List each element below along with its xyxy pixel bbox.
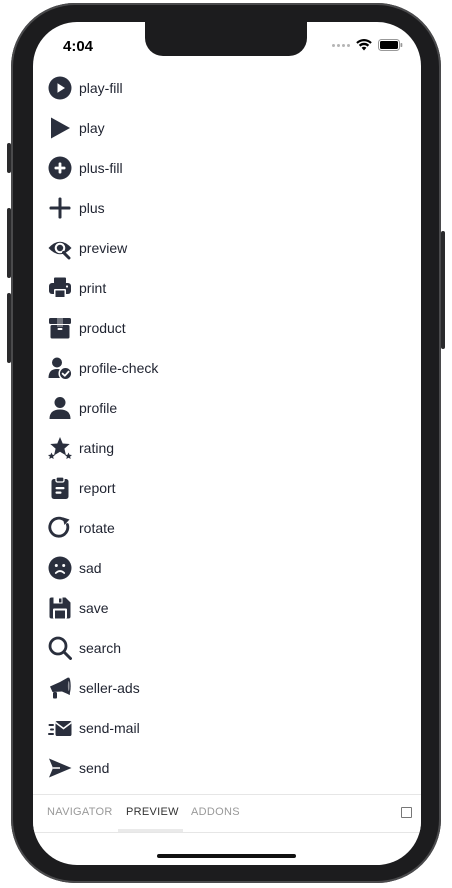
search-icon [47, 636, 72, 661]
icon-label: search [79, 640, 122, 656]
rotate-icon [47, 516, 72, 541]
icon-row-seller-ads[interactable]: seller-ads [47, 668, 158, 708]
icon-label: product [79, 320, 126, 336]
profile-icon [47, 396, 72, 421]
notch [145, 22, 307, 56]
tab-bar: NAVIGATOR PREVIEW ADDONS [33, 794, 421, 833]
icon-label: rotate [79, 520, 115, 536]
wifi-icon [356, 39, 372, 51]
icon-label: plus-fill [79, 160, 123, 176]
icon-row-play-fill[interactable]: play-fill [47, 68, 158, 108]
send-icon [47, 756, 72, 781]
icon-label: send-mail [79, 720, 140, 736]
print-icon [47, 276, 72, 301]
power-button [441, 231, 445, 349]
product-icon [47, 316, 72, 341]
icon-label: profile-check [79, 360, 159, 376]
mute-switch [7, 143, 11, 173]
icon-row-rotate[interactable]: rotate [47, 508, 158, 548]
icon-label: send [79, 760, 110, 776]
tab-navigator[interactable]: NAVIGATOR [47, 806, 113, 818]
battery-icon [378, 39, 403, 51]
plus-icon [47, 196, 72, 221]
icon-row-report[interactable]: report [47, 468, 158, 508]
seller-ads-icon [47, 676, 72, 701]
icon-label: preview [79, 240, 128, 256]
icon-row-rating[interactable]: rating [47, 428, 158, 468]
save-icon [47, 596, 72, 621]
report-icon [47, 476, 72, 501]
play-icon [47, 116, 72, 141]
icon-row-send-mail[interactable]: send-mail [47, 708, 158, 748]
icon-label: print [79, 280, 107, 296]
volume-down-button [7, 293, 11, 363]
icon-label: play [79, 120, 105, 136]
icon-row-product[interactable]: product [47, 308, 158, 348]
screen: 4:04 play-fill play plus-fill plus preview pr… [33, 22, 421, 865]
icon-row-preview[interactable]: preview [47, 228, 158, 268]
icon-label: seller-ads [79, 680, 140, 696]
icon-label: play-fill [79, 80, 123, 96]
icon-label: profile [79, 400, 118, 416]
status-time: 4:04 [63, 38, 94, 55]
tab-addons[interactable]: ADDONS [191, 806, 240, 818]
tab-active-indicator [118, 829, 183, 832]
icon-row-save[interactable]: save [47, 588, 158, 628]
profile-check-icon [47, 356, 72, 381]
icon-row-profile-check[interactable]: profile-check [47, 348, 158, 388]
icon-label: rating [79, 440, 115, 456]
rating-icon [47, 436, 72, 461]
icon-label: save [79, 600, 109, 616]
icon-row-sad[interactable]: sad [47, 548, 158, 588]
status-icons [332, 39, 403, 51]
signal-icon [332, 43, 350, 47]
icon-row-send[interactable]: send [47, 748, 158, 788]
icon-label: report [79, 480, 116, 496]
home-indicator[interactable] [157, 854, 296, 858]
volume-up-button [7, 208, 11, 278]
play-fill-icon [47, 76, 72, 101]
icon-list: play-fill play plus-fill plus preview print pr… [47, 68, 158, 788]
tab-preview[interactable]: PREVIEW [126, 806, 179, 818]
icon-row-plus-fill[interactable]: plus-fill [47, 148, 158, 188]
preview-icon [47, 236, 72, 261]
icon-row-print[interactable]: print [47, 268, 158, 308]
icon-row-play[interactable]: play [47, 108, 158, 148]
icon-row-plus[interactable]: plus [47, 188, 158, 228]
icon-row-profile[interactable]: profile [47, 388, 158, 428]
fullscreen-toggle-icon[interactable] [401, 807, 412, 818]
send-mail-icon [47, 716, 72, 741]
sad-icon [47, 556, 72, 581]
icon-label: sad [79, 560, 102, 576]
plus-fill-icon [47, 156, 72, 181]
icon-label: plus [79, 200, 105, 216]
icon-row-search[interactable]: search [47, 628, 158, 668]
